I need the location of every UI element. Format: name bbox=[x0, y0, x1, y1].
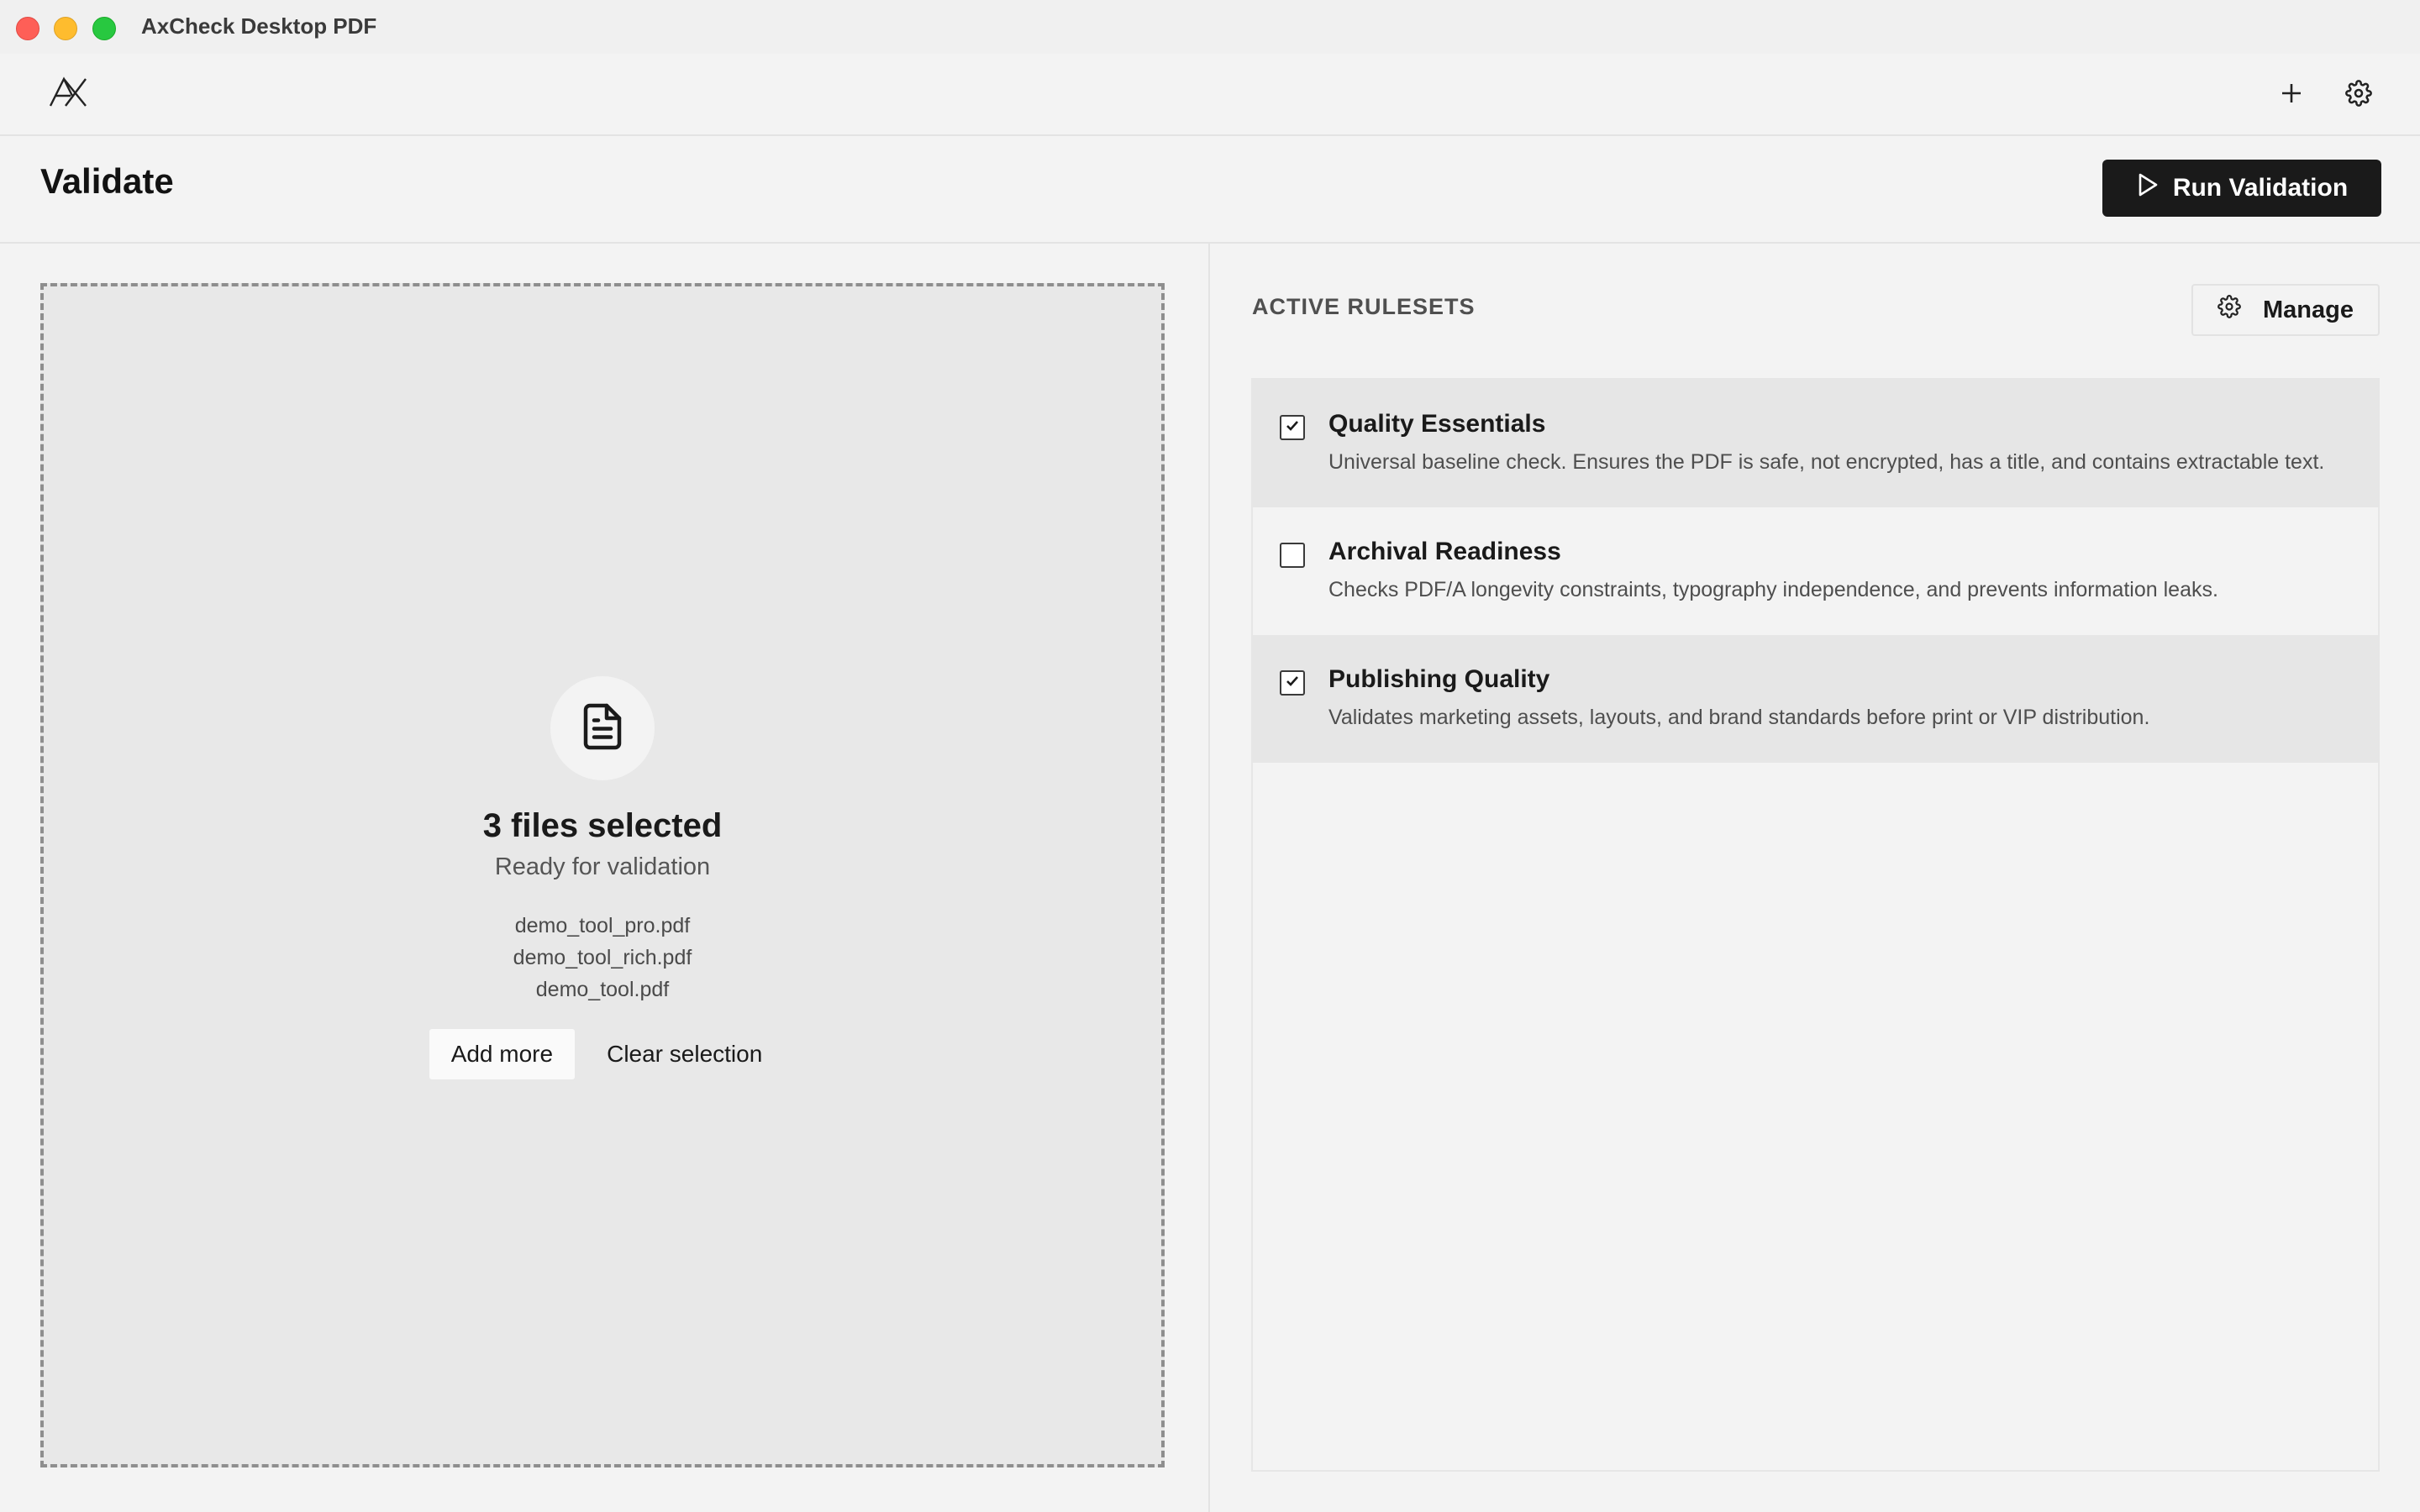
file-drop-zone[interactable]: 3 files selected Ready for validation de… bbox=[40, 283, 1165, 1467]
drop-zone-actions: Add more Clear selection bbox=[44, 1029, 1161, 1079]
page-header: Validate Run Validation bbox=[0, 136, 2420, 244]
file-list-item: demo_tool_pro.pdf bbox=[514, 914, 691, 937]
selected-file-list: demo_tool_pro.pdf demo_tool_rich.pdf dem… bbox=[44, 910, 1161, 1005]
play-icon bbox=[2136, 172, 2160, 204]
ruleset-description: Universal baseline check. Ensures the PD… bbox=[1328, 450, 2325, 474]
page-title: Validate bbox=[40, 161, 174, 201]
add-more-button[interactable]: Add more bbox=[429, 1029, 576, 1079]
ruleset-item-quality-essentials[interactable]: Quality Essentials Universal baseline ch… bbox=[1253, 380, 2378, 507]
ruleset-description: Checks PDF/A longevity constraints, typo… bbox=[1328, 578, 2218, 601]
ruleset-name: Archival Readiness bbox=[1328, 538, 1561, 565]
manage-rulesets-button[interactable]: Manage bbox=[2191, 284, 2380, 336]
active-rulesets-heading: ACTIVE RULESETS bbox=[1252, 294, 1476, 319]
manage-label: Manage bbox=[2263, 296, 2354, 323]
ruleset-description: Validates marketing assets, layouts, and… bbox=[1328, 706, 2150, 729]
ruleset-item-publishing-quality[interactable]: Publishing Quality Validates marketing a… bbox=[1253, 635, 2378, 763]
window-title: AxCheck Desktop PDF bbox=[141, 13, 377, 39]
add-button[interactable] bbox=[2272, 76, 2311, 114]
toolbar bbox=[0, 54, 2420, 136]
gear-icon bbox=[2345, 79, 2372, 111]
ruleset-name: Publishing Quality bbox=[1328, 665, 1550, 693]
document-icon-badge bbox=[550, 676, 655, 780]
rulesets-list: Quality Essentials Universal baseline ch… bbox=[1251, 378, 2380, 1472]
ruleset-item-archival-readiness[interactable]: Archival Readiness Checks PDF/A longevit… bbox=[1253, 507, 2378, 635]
ruleset-checkbox[interactable] bbox=[1280, 415, 1305, 440]
gear-icon bbox=[2217, 295, 2241, 325]
file-list-item: demo_tool_rich.pdf bbox=[513, 946, 692, 969]
maximize-window-button[interactable] bbox=[92, 17, 116, 40]
close-window-button[interactable] bbox=[16, 17, 39, 40]
files-selected-title: 3 files selected bbox=[482, 807, 723, 844]
title-bar: AxCheck Desktop PDF bbox=[0, 0, 2420, 54]
checkmark-icon bbox=[1284, 417, 1301, 438]
ruleset-name: Quality Essentials bbox=[1328, 410, 1546, 438]
ruleset-checkbox[interactable] bbox=[1280, 543, 1305, 568]
file-list-item: demo_tool.pdf bbox=[535, 978, 670, 1001]
ax-logo-icon[interactable] bbox=[47, 76, 89, 109]
checkmark-icon bbox=[1284, 673, 1301, 694]
files-selected-subtitle: Ready for validation bbox=[494, 853, 711, 880]
panel-divider bbox=[1208, 244, 1210, 1512]
run-validation-label: Run Validation bbox=[2172, 174, 2349, 202]
document-icon bbox=[577, 700, 628, 758]
drop-zone-content: 3 files selected Ready for validation de… bbox=[44, 676, 1161, 1079]
plus-icon bbox=[2281, 82, 2302, 108]
ruleset-checkbox[interactable] bbox=[1280, 670, 1305, 696]
minimize-window-button[interactable] bbox=[54, 17, 77, 40]
run-validation-button[interactable]: Run Validation bbox=[2102, 160, 2381, 217]
settings-button[interactable] bbox=[2339, 76, 2378, 114]
clear-selection-button[interactable]: Clear selection bbox=[593, 1029, 776, 1079]
app-window: AxCheck Desktop PDF Validate Run Validat… bbox=[0, 0, 2420, 1512]
